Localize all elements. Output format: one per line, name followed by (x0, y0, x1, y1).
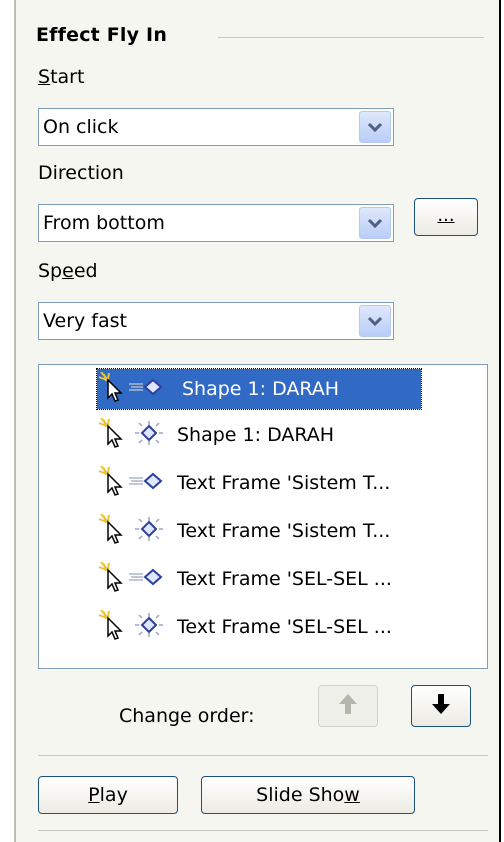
direction-more-button[interactable]: ... (414, 198, 478, 236)
list-item[interactable]: Text Frame 'Sistem T... (98, 465, 391, 501)
list-item[interactable]: Shape 1: DARAH (98, 371, 345, 407)
start-value: On click (43, 116, 119, 138)
change-order-label: Change order: (119, 705, 255, 727)
list-item[interactable]: Text Frame 'Sistem T... (98, 513, 391, 549)
custom-animation-task-pane: Effect Fly In Start On click Direction F… (14, 0, 501, 842)
animation-item-label: Shape 1: DARAH (177, 378, 345, 400)
list-item[interactable]: Text Frame 'SEL-SEL ... (98, 609, 392, 645)
fly-in-effect-icon (127, 471, 171, 495)
animation-item-label: Text Frame 'Sistem T... (177, 520, 391, 542)
on-click-trigger-icon (98, 371, 127, 406)
slide-show-button[interactable]: Slide Show (201, 776, 415, 814)
fly-in-effect-icon (127, 567, 171, 591)
emphasis-effect-icon (127, 611, 171, 643)
emphasis-effect-icon (127, 419, 171, 451)
direction-label: Direction (38, 162, 124, 184)
animation-item-label: Shape 1: DARAH (177, 424, 335, 446)
group-separator (218, 37, 484, 38)
fly-in-effect-icon (127, 377, 171, 401)
section-separator (38, 755, 488, 756)
emphasis-effect-icon (127, 515, 171, 547)
direction-dropdown[interactable]: From bottom (38, 204, 394, 242)
speed-dropdown[interactable]: Very fast (38, 302, 394, 340)
list-item[interactable]: Text Frame 'SEL-SEL ... (98, 561, 392, 597)
section-separator (38, 830, 488, 831)
speed-label: Speed (38, 260, 98, 282)
chevron-down-icon[interactable] (359, 305, 391, 337)
chevron-down-icon[interactable] (359, 111, 391, 143)
play-button[interactable]: Play (38, 776, 178, 814)
animation-item-label: Text Frame 'Sistem T... (177, 472, 391, 494)
animation-list[interactable]: Shape 1: DARAH Shape 1: DARAH Text Frame… (38, 364, 488, 669)
effect-group-title: Effect Fly In (36, 24, 168, 46)
on-click-trigger-icon (98, 513, 127, 548)
on-click-trigger-icon (98, 465, 127, 500)
direction-value: From bottom (43, 212, 165, 234)
arrow-down-icon (430, 692, 452, 720)
chevron-down-icon[interactable] (359, 207, 391, 239)
animation-item-label: Text Frame 'SEL-SEL ... (177, 568, 392, 590)
move-down-button[interactable] (411, 685, 471, 727)
on-click-trigger-icon (98, 417, 127, 452)
on-click-trigger-icon (98, 561, 127, 596)
list-item[interactable]: Shape 1: DARAH (98, 417, 335, 453)
animation-item-label: Text Frame 'SEL-SEL ... (177, 616, 392, 638)
on-click-trigger-icon (98, 609, 127, 644)
move-up-button[interactable] (318, 685, 378, 727)
start-dropdown[interactable]: On click (38, 108, 394, 146)
start-label: Start (38, 66, 85, 88)
speed-value: Very fast (43, 310, 127, 332)
arrow-up-icon (337, 692, 359, 720)
